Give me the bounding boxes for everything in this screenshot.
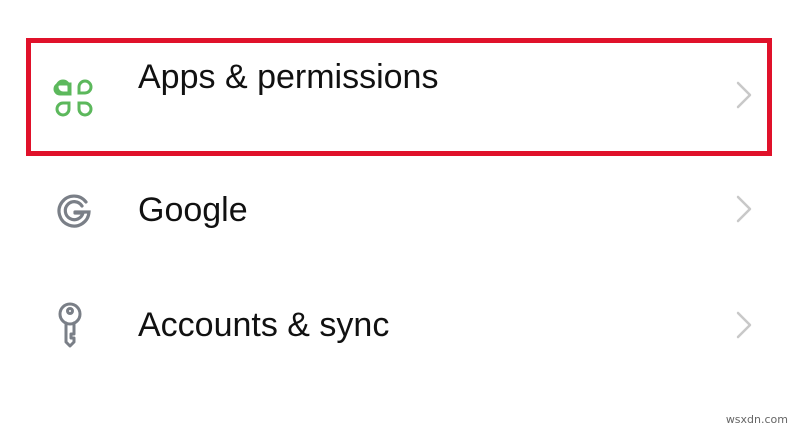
settings-item-label: Apps & permissions bbox=[138, 58, 439, 96]
settings-item-accounts-sync[interactable]: Accounts & sync bbox=[0, 266, 800, 378]
key-icon bbox=[50, 300, 98, 348]
chevron-right-icon bbox=[734, 310, 754, 340]
chevron-right-icon bbox=[734, 194, 754, 224]
settings-item-label: Google bbox=[138, 191, 248, 229]
apps-icon bbox=[50, 74, 98, 122]
settings-list: Apps & permissions Google Accounts & syn… bbox=[0, 0, 800, 428]
settings-item-label: Accounts & sync bbox=[138, 306, 390, 344]
watermark: wsxdn.com bbox=[725, 413, 788, 426]
settings-item-google[interactable]: Google bbox=[0, 152, 800, 264]
google-icon bbox=[50, 186, 98, 234]
chevron-right-icon bbox=[734, 80, 754, 110]
settings-item-apps-permissions[interactable]: Apps & permissions bbox=[0, 38, 800, 150]
